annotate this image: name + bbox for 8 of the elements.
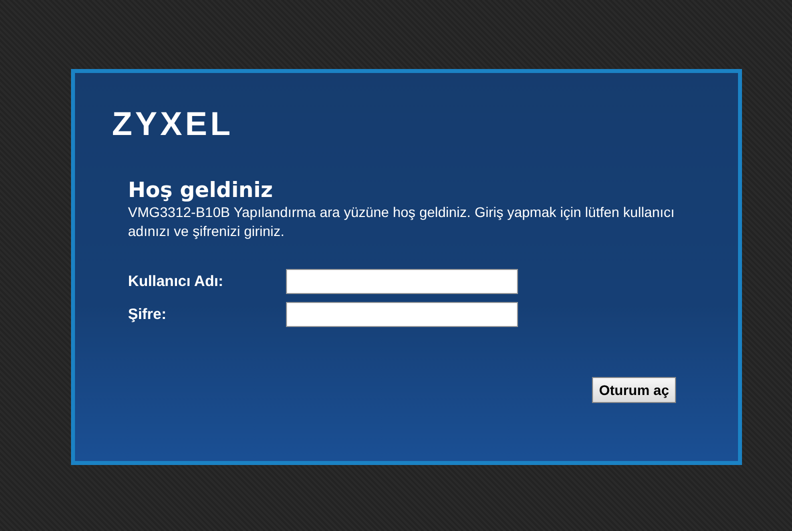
field-label: Kullanıcı Adı:: [128, 273, 224, 290]
login-button[interactable]: Oturum aç: [592, 377, 676, 403]
username-field[interactable]: [286, 269, 518, 294]
logo: ZYXEL: [112, 106, 234, 142]
welcome-title: Hoş geldiniz: [128, 177, 274, 203]
password-field[interactable]: [286, 302, 518, 327]
welcome-description: VMG3312-B10B Yapılandırma ara yüzüne hoş geldiniz. Giriş yapmak için lütfen kullanıcı adınızı ve şifrenizi giriniz.: [128, 203, 676, 241]
field-label: Şifre:: [128, 306, 168, 323]
